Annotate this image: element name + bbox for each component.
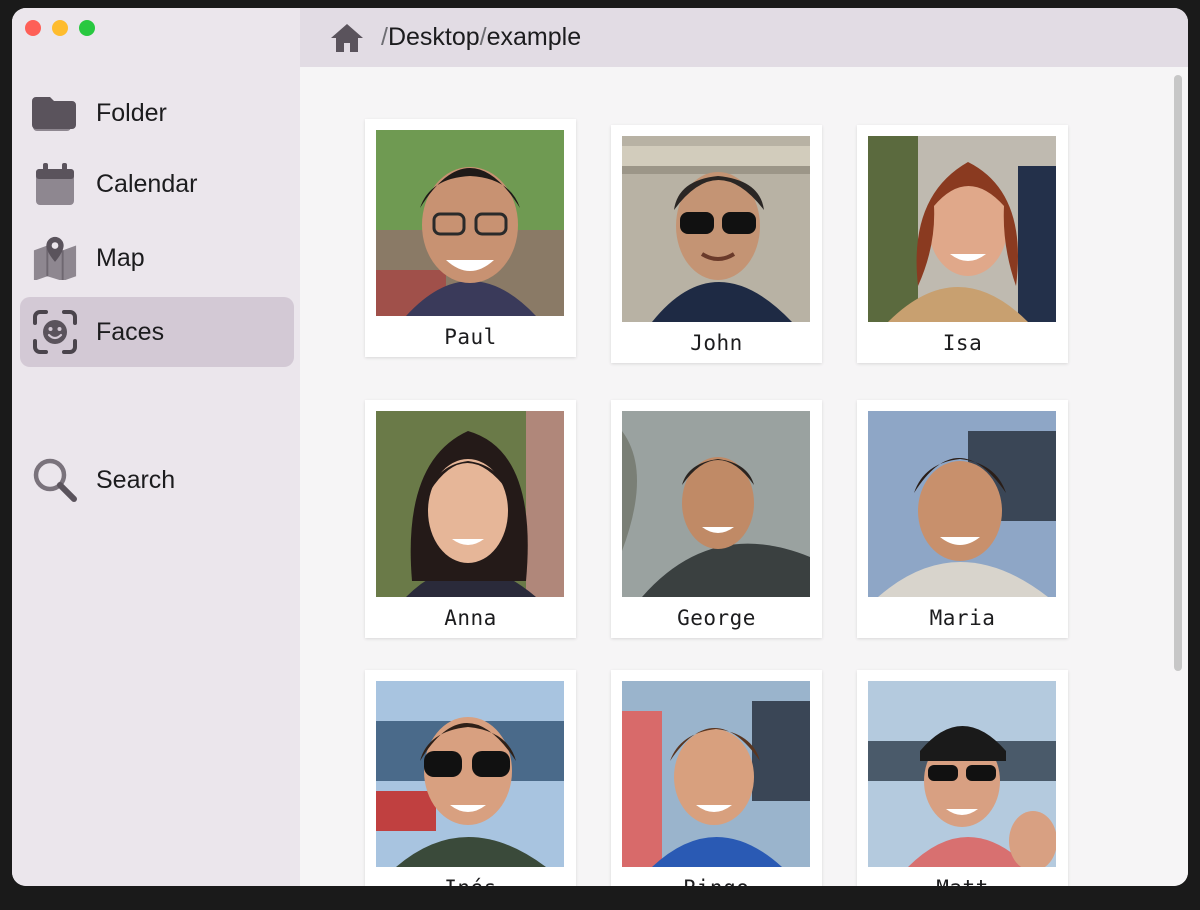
face-card-john[interactable]: John bbox=[611, 125, 822, 363]
face-card-paul[interactable]: Paul bbox=[365, 119, 576, 357]
face-card-ines[interactable]: Inés bbox=[365, 670, 576, 886]
face-name: Ringo bbox=[611, 876, 822, 886]
sidebar-item-label: Map bbox=[96, 243, 145, 272]
app-window: Folder Calendar Map Faces Search /Deskto… bbox=[12, 8, 1188, 886]
faces-grid: Paul John Isa Anna George Maria bbox=[300, 67, 1188, 886]
face-name: Inés bbox=[365, 876, 576, 886]
face-card-george[interactable]: George bbox=[611, 400, 822, 638]
face-name: Anna bbox=[444, 606, 497, 630]
face-name: Matt bbox=[857, 876, 1068, 886]
path-segment-example[interactable]: example bbox=[487, 23, 582, 51]
magnifier-icon bbox=[32, 457, 78, 503]
path-bar: /Desktop/example bbox=[300, 8, 1188, 67]
sidebar-item-label: Calendar bbox=[96, 169, 198, 198]
vertical-scrollbar[interactable] bbox=[1174, 75, 1182, 671]
face-name: George bbox=[677, 606, 756, 630]
face-name: Paul bbox=[444, 325, 497, 349]
face-photo bbox=[376, 130, 564, 316]
face-card-ringo[interactable]: Ringo bbox=[611, 670, 822, 886]
minimize-button[interactable] bbox=[52, 20, 68, 36]
face-photo bbox=[868, 136, 1056, 322]
breadcrumb: /Desktop/example bbox=[381, 23, 581, 52]
sidebar-item-faces[interactable]: Faces bbox=[20, 297, 294, 367]
sidebar-item-label: Folder bbox=[96, 98, 167, 127]
sidebar-item-label: Search bbox=[96, 465, 176, 494]
maximize-button[interactable] bbox=[79, 20, 95, 36]
sidebar-item-calendar[interactable]: Calendar bbox=[20, 149, 294, 219]
face-photo bbox=[622, 136, 810, 322]
home-icon[interactable] bbox=[329, 20, 365, 56]
face-card-matt[interactable]: Matt bbox=[857, 670, 1068, 886]
face-name: John bbox=[690, 331, 743, 355]
sidebar-item-folder[interactable]: Folder bbox=[20, 78, 294, 148]
window-controls bbox=[25, 20, 95, 36]
folder-icon bbox=[32, 90, 78, 136]
sidebar: Folder Calendar Map Faces Search bbox=[12, 8, 300, 886]
face-photo bbox=[376, 411, 564, 597]
face-photo bbox=[868, 681, 1056, 867]
path-separator: / bbox=[479, 23, 487, 51]
face-photo bbox=[622, 681, 810, 867]
close-button[interactable] bbox=[25, 20, 41, 36]
face-card-isa[interactable]: Isa bbox=[857, 125, 1068, 363]
sidebar-item-search[interactable]: Search bbox=[20, 445, 294, 515]
sidebar-item-map[interactable]: Map bbox=[20, 223, 294, 293]
face-scan-icon bbox=[32, 309, 78, 355]
path-separator: / bbox=[381, 23, 388, 51]
sidebar-item-label: Faces bbox=[96, 317, 165, 346]
face-photo bbox=[376, 681, 564, 867]
calendar-icon bbox=[32, 161, 78, 207]
path-segment-desktop[interactable]: Desktop bbox=[388, 23, 480, 51]
face-card-anna[interactable]: Anna bbox=[365, 400, 576, 638]
face-photo bbox=[868, 411, 1056, 597]
face-name: Isa bbox=[942, 331, 983, 355]
map-icon bbox=[32, 235, 78, 281]
face-card-maria[interactable]: Maria bbox=[857, 400, 1068, 638]
face-photo bbox=[622, 411, 810, 597]
face-name: Maria bbox=[929, 606, 996, 630]
